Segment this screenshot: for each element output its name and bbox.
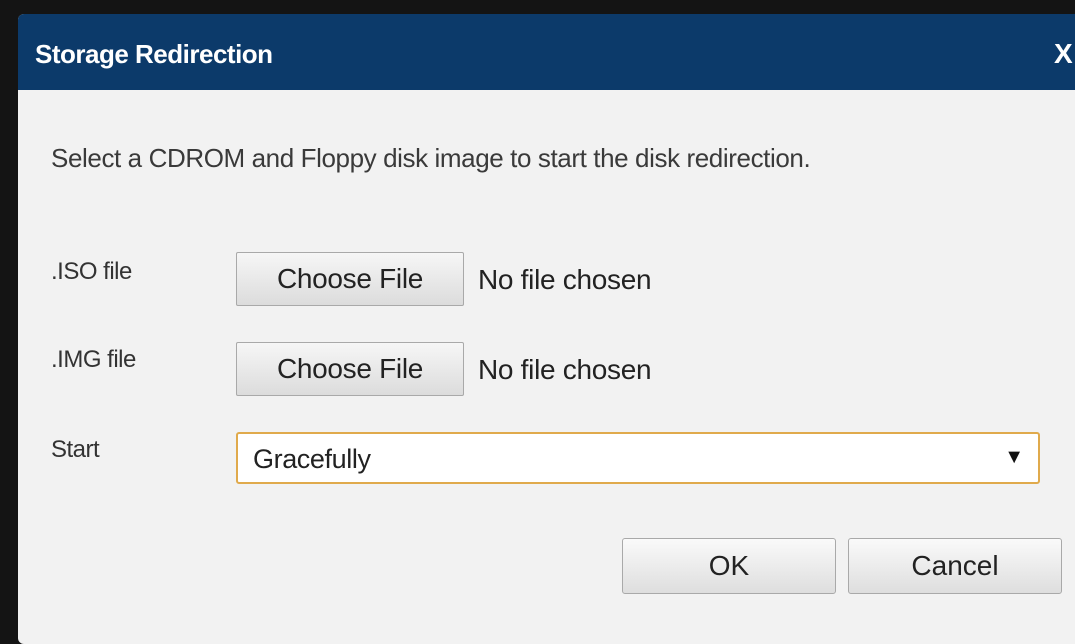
iso-file-status: No file chosen [478, 264, 652, 295]
dropdown-arrow-icon: ▼ [1004, 446, 1024, 468]
cancel-button[interactable]: Cancel [848, 538, 1062, 594]
start-label: Start [51, 436, 100, 463]
img-choose-file-button[interactable]: Choose File [236, 342, 464, 396]
img-file-label: .IMG file [51, 346, 136, 373]
dialog-title: Storage Redirection [35, 39, 273, 69]
dialog-instructions: Select a CDROM and Floppy disk image to … [51, 143, 811, 173]
img-file-status: No file chosen [478, 354, 652, 385]
storage-redirection-dialog: Storage Redirection X Select a CDROM and… [18, 14, 1075, 644]
iso-choose-file-button[interactable]: Choose File [236, 252, 464, 306]
close-icon[interactable]: X [1054, 38, 1073, 70]
ok-button[interactable]: OK [622, 538, 836, 594]
start-mode-selected-value: Gracefully [253, 444, 371, 474]
start-mode-select[interactable]: Gracefully ▼ [236, 432, 1040, 484]
iso-file-label: .ISO file [51, 258, 132, 285]
dialog-titlebar: Storage Redirection X [18, 14, 1075, 90]
